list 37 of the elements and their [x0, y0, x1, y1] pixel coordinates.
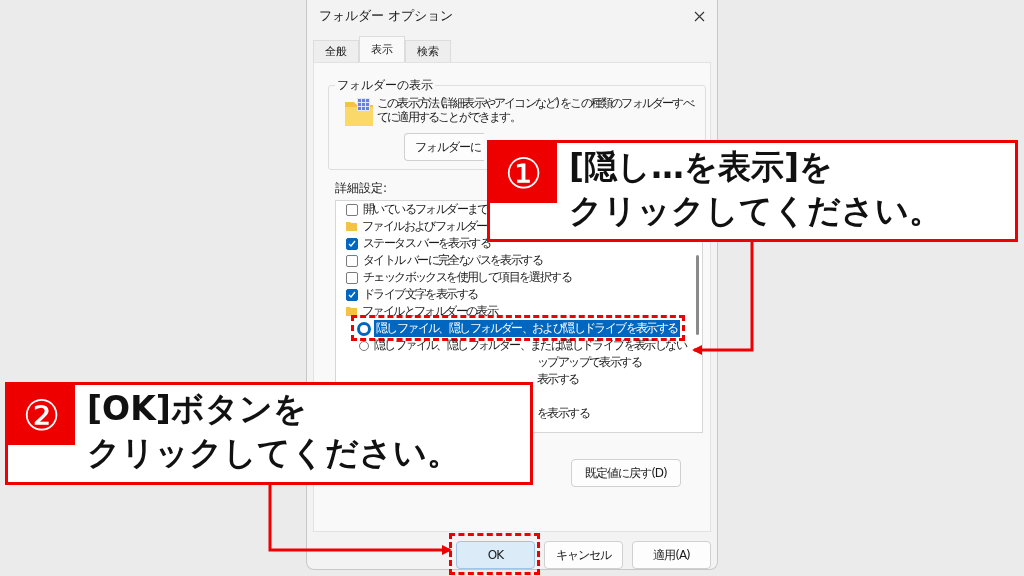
- checkbox[interactable]: [346, 254, 358, 267]
- radio-button[interactable]: [359, 340, 369, 351]
- dialog-button[interactable]: OK: [456, 541, 535, 569]
- option-label: タイトル バーに完全なパスを表示する: [362, 252, 544, 269]
- checkbox[interactable]: [346, 288, 358, 301]
- option-label: 隠しファイル、隠しフォルダー、および隠しドライブを表示する: [374, 320, 680, 337]
- radio-button[interactable]: [357, 321, 371, 336]
- folder-icon: [346, 307, 357, 316]
- description-text: この表示方法 (詳細表示やアイコンなど) をこの種類のフォルダーすべてに適用することができます。: [377, 96, 695, 124]
- callout-text: [隠し…を表示]を クリックしてください。: [568, 146, 942, 232]
- folder-icon: [343, 96, 375, 128]
- dialog-button[interactable]: キャンセル: [544, 541, 623, 569]
- step-number: ①: [490, 143, 557, 203]
- dialog-button[interactable]: 適用(A): [632, 541, 711, 569]
- restore-defaults-button[interactable]: 既定値に戻す(D): [571, 459, 681, 487]
- section-label: 詳細設定:: [335, 180, 389, 197]
- apply-to-folders-button[interactable]: フォルダーに: [404, 133, 484, 161]
- step-number: ②: [8, 385, 75, 445]
- close-icon: [694, 10, 705, 22]
- option-label: ップアップで表示する: [536, 354, 643, 371]
- tab[interactable]: 全般: [313, 40, 359, 62]
- tab[interactable]: 検索: [405, 40, 451, 62]
- checkbox[interactable]: [346, 203, 358, 216]
- option-label: 表示する: [536, 371, 580, 388]
- folder-icon: [346, 222, 357, 231]
- tab[interactable]: 表示: [359, 36, 405, 62]
- callout-text: [OK]ボタンを クリックしてください。: [86, 388, 460, 474]
- checkbox[interactable]: [346, 237, 358, 250]
- option-label: ドライブ文字を表示する: [362, 286, 479, 303]
- option-label: 隠しファイル、隠しフォルダー、または隠しドライブを表示しない: [373, 337, 688, 354]
- category-label: ファイルおよびフォルダー: [361, 218, 488, 235]
- group-title: フォルダーの表示: [336, 77, 434, 94]
- scrollbar-thumb[interactable]: [696, 255, 699, 335]
- window-title: フォルダー オプション: [319, 7, 453, 25]
- checkbox[interactable]: [346, 271, 358, 284]
- option-label: を表示する: [536, 405, 591, 422]
- option-label: チェックボックスを使用して項目を選択する: [362, 269, 573, 286]
